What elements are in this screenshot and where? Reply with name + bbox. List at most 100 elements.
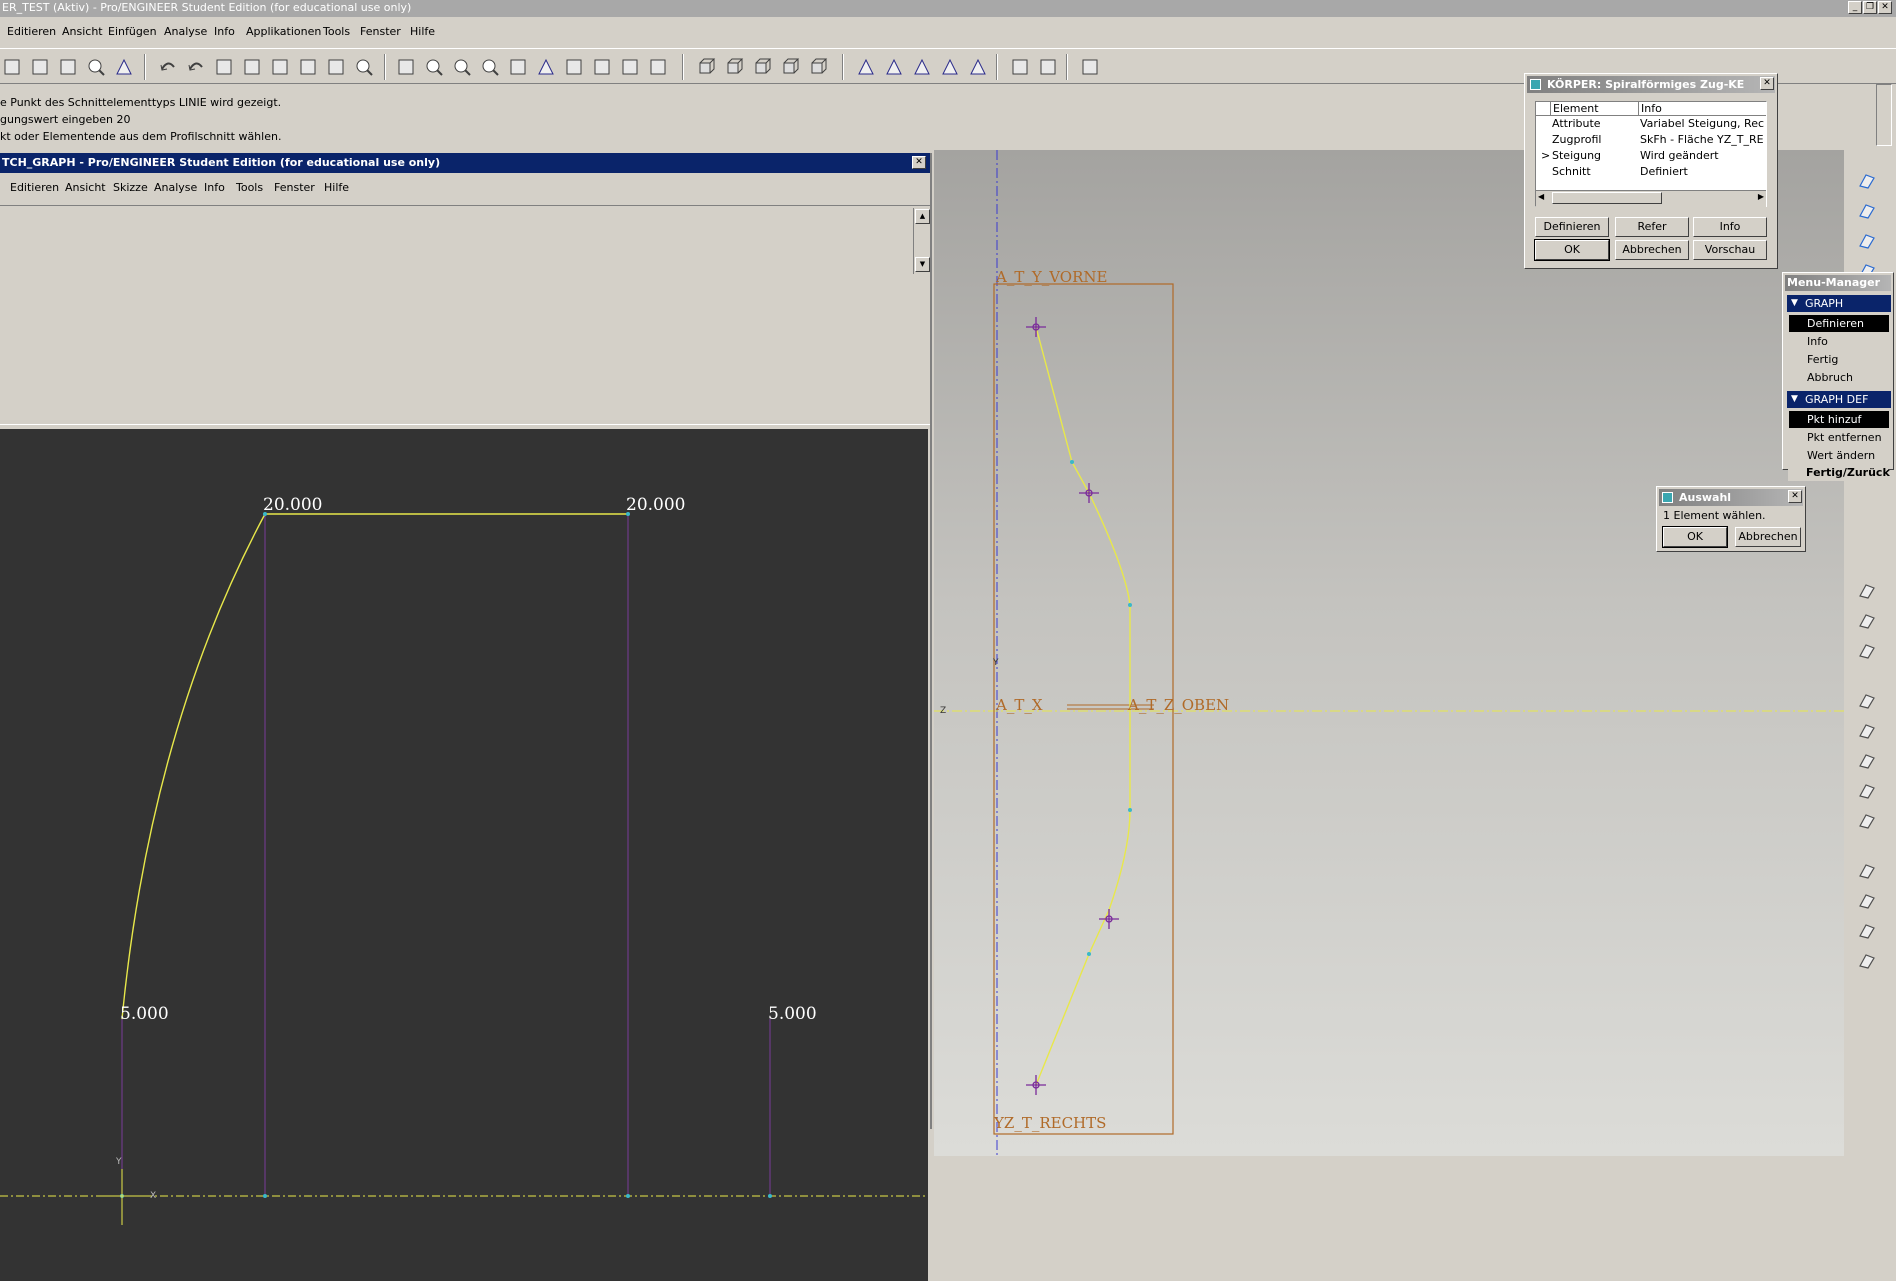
table-row[interactable]: Zugprofil SkFh - Fläche YZ_T_RECH — [1536, 132, 1766, 148]
sketch-menu-info[interactable]: Info — [204, 181, 225, 194]
sketch-menu-skizze[interactable]: Skizze — [113, 181, 148, 194]
menu-item-info[interactable]: Info — [1789, 333, 1889, 350]
sketch-graph-canvas[interactable]: 20.000 20.000 5.000 5.000 Y X — [0, 429, 928, 1281]
sketch-close-button[interactable]: ✕ — [912, 156, 926, 169]
wireframe-icon[interactable] — [696, 57, 716, 77]
table-row[interactable]: Attribute Variabel Steigung, Rechtsse — [1536, 116, 1766, 132]
table-row[interactable]: Schnitt Definiert — [1536, 164, 1766, 180]
layer-tree-icon[interactable] — [620, 57, 640, 77]
main-graphics-area[interactable]: A_T_Y_VORNE A_T_X A_T_Z_OBEN YZ_T_RECHTS… — [934, 150, 1844, 1156]
ok-button[interactable]: OK — [1534, 239, 1610, 261]
round-icon[interactable] — [1856, 810, 1878, 832]
home-icon[interactable] — [1038, 57, 1058, 77]
sweep-icon[interactable] — [1856, 640, 1878, 662]
datum-axis-icon[interactable] — [1856, 230, 1878, 252]
define-button[interactable]: Definieren — [1535, 217, 1609, 237]
menu-fenster[interactable]: Fenster — [360, 25, 401, 38]
feature-dialog-close-button[interactable]: ✕ — [1760, 77, 1774, 90]
layers-icon[interactable] — [592, 57, 612, 77]
sketch-menu-analyse[interactable]: Analyse — [154, 181, 197, 194]
scroll-thumb[interactable] — [1552, 192, 1662, 204]
table-row[interactable]: > Steigung Wird geändert — [1536, 148, 1766, 164]
menu-tools[interactable]: Tools — [323, 25, 350, 38]
copy-icon[interactable] — [242, 57, 262, 77]
menu-editieren[interactable]: Editieren — [7, 25, 56, 38]
save-icon[interactable] — [30, 57, 50, 77]
dimension-label[interactable]: 20.000 — [263, 495, 322, 515]
menu-item-fertig-zurueck[interactable]: Fertig/Zurück — [1788, 464, 1890, 481]
menu-item-wert-aendern[interactable]: Wert ändern — [1789, 447, 1889, 464]
zoom-out-icon[interactable] — [480, 57, 500, 77]
window-close-icon[interactable] — [1010, 57, 1030, 77]
menu-section-header[interactable]: ▼ GRAPH — [1787, 295, 1891, 312]
menu-item-abbruch[interactable]: Abbruch — [1789, 369, 1889, 386]
search-icon[interactable] — [354, 57, 374, 77]
maximize-button[interactable]: ❐ — [1863, 1, 1877, 14]
revolve-icon[interactable] — [1856, 610, 1878, 632]
spin-icon[interactable] — [940, 57, 960, 77]
dimension-label[interactable]: 5.000 — [768, 1004, 817, 1024]
repaint-icon[interactable] — [396, 57, 416, 77]
send-icon[interactable] — [86, 57, 106, 77]
menu-hilfe[interactable]: Hilfe — [410, 25, 435, 38]
shell-icon[interactable] — [1856, 720, 1878, 742]
sketch-menu-fenster[interactable]: Fenster — [274, 181, 315, 194]
sketch-menu-editieren[interactable]: Editieren — [10, 181, 59, 194]
draft-icon[interactable] — [1856, 780, 1878, 802]
extrude-icon[interactable] — [1856, 580, 1878, 602]
menu-applikationen[interactable]: Applikationen — [246, 25, 321, 38]
shading-icon[interactable] — [780, 57, 800, 77]
hidden-line-icon[interactable] — [724, 57, 744, 77]
sketch-menu-hilfe[interactable]: Hilfe — [324, 181, 349, 194]
close-button[interactable]: ✕ — [1878, 1, 1892, 14]
menu-item-definieren[interactable]: Definieren — [1789, 315, 1889, 332]
open-icon[interactable] — [2, 57, 22, 77]
datum-axes-icon[interactable] — [856, 57, 876, 77]
zoom-in-icon[interactable] — [452, 57, 472, 77]
selection-ok-button[interactable]: OK — [1662, 526, 1728, 548]
menu-item-fertig[interactable]: Fertig — [1789, 351, 1889, 368]
datum-curve-icon[interactable] — [1856, 170, 1878, 192]
cancel-button[interactable]: Abbrechen — [1615, 240, 1689, 260]
dimension-label[interactable]: 5.000 — [120, 1004, 169, 1024]
menu-analyse[interactable]: Analyse — [164, 25, 207, 38]
no-hidden-icon[interactable] — [752, 57, 772, 77]
selection-dialog-close-button[interactable]: ✕ — [1788, 490, 1802, 503]
undo-icon[interactable] — [158, 57, 178, 77]
minimize-button[interactable]: _ — [1848, 1, 1862, 14]
print-icon[interactable] — [58, 57, 78, 77]
coord-sys-icon[interactable] — [912, 57, 932, 77]
table-hscrollbar[interactable]: ◀ ▶ — [1536, 190, 1766, 207]
window-activate-icon[interactable] — [968, 57, 988, 77]
merge-icon[interactable] — [1856, 890, 1878, 912]
rib-icon[interactable] — [1856, 750, 1878, 772]
dimension-label[interactable]: 20.000 — [626, 495, 685, 515]
trim-icon[interactable] — [1856, 920, 1878, 942]
cut-icon[interactable] — [214, 57, 234, 77]
datum-planes-icon[interactable] — [808, 57, 828, 77]
scroll-down-icon[interactable]: ▼ — [915, 257, 930, 272]
context-help-icon[interactable] — [1080, 57, 1100, 77]
preview-button[interactable]: Vorschau — [1693, 240, 1767, 260]
menu-info[interactable]: Info — [214, 25, 235, 38]
menu-ansicht[interactable]: Ansicht — [62, 25, 103, 38]
menu-item-pkt-hinzuf[interactable]: Pkt hinzuf — [1789, 411, 1889, 428]
regenerate-icon[interactable] — [114, 57, 134, 77]
message-scrollbar[interactable] — [1876, 84, 1892, 146]
selection-cancel-button[interactable]: Abbrechen — [1735, 527, 1801, 547]
refer-button[interactable]: Refer — [1615, 217, 1689, 237]
orient-icon[interactable] — [536, 57, 556, 77]
redo-icon[interactable] — [186, 57, 206, 77]
hole-icon[interactable] — [1856, 690, 1878, 712]
scroll-up-icon[interactable]: ▲ — [915, 209, 930, 224]
menu-einfuegen[interactable]: Einfügen — [108, 25, 157, 38]
model-display-icon[interactable] — [648, 57, 668, 77]
pattern-icon[interactable] — [1856, 950, 1878, 972]
menu-section-header[interactable]: ▼ GRAPH DEF — [1787, 391, 1891, 408]
menu-item-pkt-entfernen[interactable]: Pkt entfernen — [1789, 429, 1889, 446]
paste-special-icon[interactable] — [298, 57, 318, 77]
datum-plane-icon[interactable] — [1856, 200, 1878, 222]
sketch-menu-ansicht[interactable]: Ansicht — [65, 181, 106, 194]
refit-icon[interactable] — [508, 57, 528, 77]
saved-views-icon[interactable] — [564, 57, 584, 77]
